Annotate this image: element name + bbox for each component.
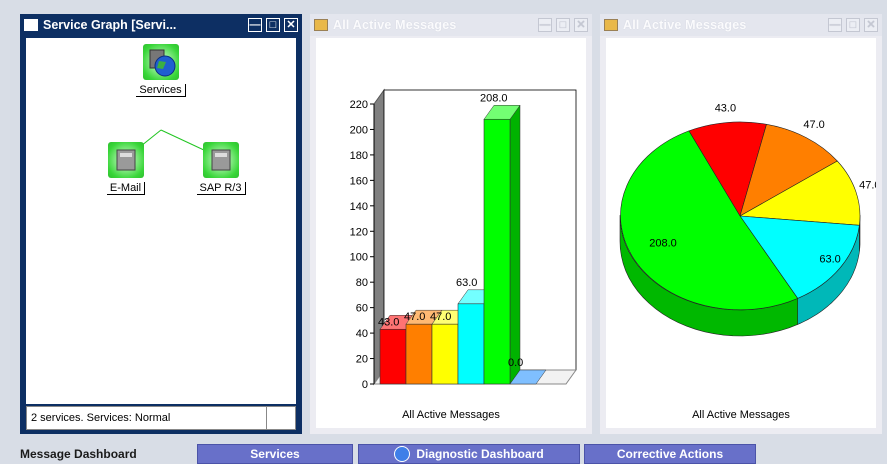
- node-label-email: E-Mail: [106, 182, 146, 195]
- window-title: Service Graph [Servi...: [43, 18, 177, 32]
- minimize-icon[interactable]: —: [828, 18, 842, 32]
- bar: [457, 303, 485, 385]
- y-tick-label: 180: [350, 150, 368, 162]
- pie-caption: All Active Messages: [692, 409, 790, 421]
- y-tick-label: 40: [356, 328, 368, 340]
- minimize-icon[interactable]: —: [538, 18, 552, 32]
- bar-value-label: 47.0: [430, 311, 451, 323]
- bar-value-label: 63.0: [456, 277, 477, 289]
- close-icon[interactable]: ✕: [574, 18, 588, 32]
- status-bar: 2 services. Services: Normal: [26, 406, 296, 430]
- y-tick-label: 60: [356, 303, 368, 315]
- bar-chart: 0 20 40 60 80 100 120 140 160 180 200 220 43.0 47.0 47…: [350, 88, 577, 421]
- window-icon: [24, 19, 38, 31]
- close-icon[interactable]: ✕: [864, 18, 878, 32]
- bar-chart-window[interactable]: All Active Messages — □ ✕ 0 20 40 60 80 100 12…: [310, 14, 592, 434]
- y-tick-label: 200: [350, 124, 368, 136]
- bar-value-label: 43.0: [378, 316, 399, 328]
- close-icon[interactable]: ✕: [284, 18, 298, 32]
- service-graph-titlebar[interactable]: Service Graph [Servi... — □ ✕: [20, 14, 302, 36]
- y-tick-label: 220: [350, 99, 368, 111]
- node-label-sap: SAP R/3: [196, 182, 246, 195]
- y-tick-label: 140: [350, 201, 368, 213]
- pie-chart-canvas: 43.0 47.0 47.0 63.0 208.0 All Active Messages: [606, 38, 876, 428]
- bar-value-label: 208.0: [480, 92, 508, 104]
- globe-server-icon: [143, 44, 179, 80]
- server-icon: [108, 142, 144, 178]
- tab-message-dashboard[interactable]: Message Dashboard: [20, 444, 180, 464]
- pie-slice-label: 47.0: [859, 180, 876, 192]
- y-tick-label: 20: [356, 354, 368, 366]
- y-tick-label: 100: [350, 252, 368, 264]
- bar-value-label: 47.0: [404, 311, 425, 323]
- status-text: 2 services. Services: Normal: [27, 407, 267, 429]
- server-icon: [203, 142, 239, 178]
- service-graph-canvas[interactable]: Services E-Mail SAP R/3: [26, 38, 296, 404]
- window-title: All Active Messages: [333, 18, 457, 32]
- x-axis-label: All Active Messages: [402, 409, 500, 421]
- pie-slice-label: 47.0: [803, 119, 824, 131]
- maximize-icon[interactable]: □: [556, 18, 570, 32]
- pie-chart-titlebar[interactable]: All Active Messages — □ ✕: [600, 14, 882, 36]
- graph-node-services[interactable]: Services: [131, 44, 191, 98]
- maximize-icon[interactable]: □: [846, 18, 860, 32]
- bar-chart-titlebar[interactable]: All Active Messages — □ ✕: [310, 14, 592, 36]
- graph-node-email[interactable]: E-Mail: [100, 142, 152, 196]
- maximize-icon[interactable]: □: [266, 18, 280, 32]
- y-tick-label: 160: [350, 175, 368, 187]
- tab-diagnostic-label: Diagnostic Dashboard: [416, 447, 544, 461]
- pie-chart-window[interactable]: All Active Messages — □ ✕ 43.0 47.0 47.0 63…: [600, 14, 882, 434]
- bar: [431, 323, 459, 385]
- tab-services[interactable]: Services: [197, 444, 353, 464]
- y-tick-label: 0: [362, 379, 368, 391]
- bar-value-label: 0.0: [508, 357, 523, 369]
- bar: [483, 118, 511, 385]
- graph-node-sap[interactable]: SAP R/3: [190, 142, 252, 196]
- pie-slice-label: 63.0: [819, 254, 840, 266]
- dashboard-tab-bar: Message Dashboard Services Diagnostic Da…: [0, 440, 887, 464]
- globe-icon: [394, 446, 411, 462]
- bar-chart-canvas: 0 20 40 60 80 100 120 140 160 180 200 220 43.0 47.0 47…: [316, 38, 586, 428]
- pie-chart: 43.0 47.0 47.0 63.0 208.0 All Active Messages: [619, 102, 876, 421]
- pie-slice-label: 208.0: [649, 238, 677, 250]
- pie-slice-label: 43.0: [715, 102, 736, 114]
- bar: [405, 323, 433, 385]
- chart-window-icon: [604, 19, 618, 31]
- y-tick-label: 120: [350, 226, 368, 238]
- node-label-services: Services: [136, 84, 186, 97]
- window-title: All Active Messages: [623, 18, 747, 32]
- bar-side: [509, 104, 521, 385]
- tab-corrective-actions[interactable]: Corrective Actions: [584, 444, 756, 464]
- minimize-icon[interactable]: —: [248, 18, 262, 32]
- service-graph-window[interactable]: Service Graph [Servi... — □ ✕ Services E…: [20, 14, 302, 434]
- bar: [379, 328, 407, 385]
- tab-diagnostic-dashboard[interactable]: Diagnostic Dashboard: [358, 444, 580, 464]
- y-tick-label: 80: [356, 277, 368, 289]
- chart-window-icon: [314, 19, 328, 31]
